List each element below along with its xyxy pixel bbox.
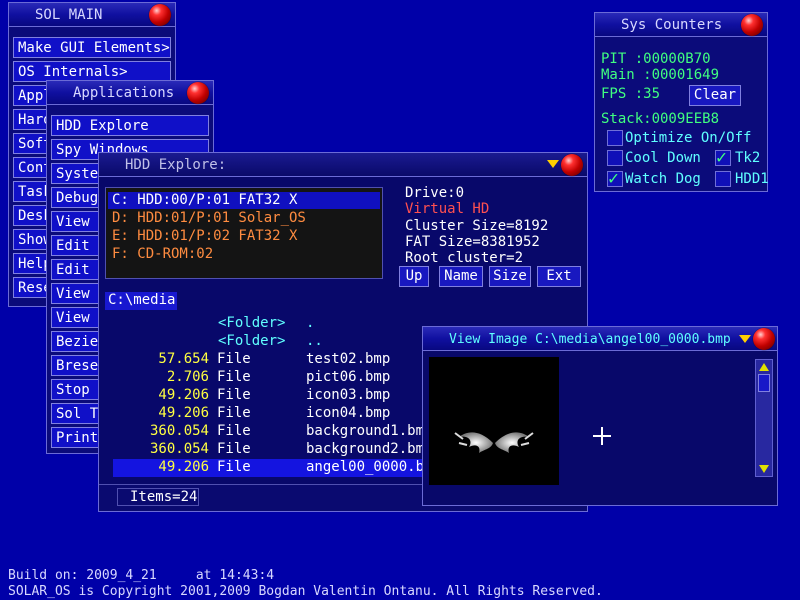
list-item[interactable]: 49.206 File icon03.bmp [113,387,423,405]
cluster-size: Cluster Size=8192 [405,218,549,234]
fat-size: FAT Size=8381952 [405,234,540,250]
file-name: test02.bmp [306,351,391,367]
file-size: 49.206 [158,459,209,475]
close-orb-icon[interactable] [561,154,583,176]
sol-main-titlebar[interactable]: SOL MAIN [9,3,175,27]
file-name: icon03.bmp [306,387,391,403]
file-type: File [217,459,251,475]
file-size: 360.054 [149,423,209,439]
list-item-selected[interactable]: 49.206 File angel00_0000.bmp [113,459,441,477]
view-image-window: View Image C:\media\angel00_0000.bmp [422,326,778,506]
tk2-label: Tk2 [735,150,761,166]
sys-counters-window: Sys Counters PIT :00000B70 Main :0000164… [594,12,769,192]
view-image-titlebar[interactable]: View Image C:\media\angel00_0000.bmp [423,327,777,351]
file-name: background2.bmp [306,441,433,457]
file-size: 2.706 [166,369,209,385]
hdd1-label: HDD1 [735,171,769,187]
build-info: Build on: 2009_4_21 at 14:43:4 [8,568,275,583]
list-item[interactable]: <Folder> . [113,315,423,333]
close-orb-icon[interactable] [149,4,171,26]
file-type: <Folder> [218,315,286,331]
vertical-scrollbar[interactable] [755,359,773,477]
watch-dog-checkbox[interactable]: ✓ [607,168,623,189]
crosshair-cursor-icon [593,427,611,445]
file-type: File [217,441,251,457]
cool-down-checkbox[interactable] [607,150,623,166]
hdd1-checkbox[interactable] [715,171,731,187]
watch-dog-label: Watch Dog [625,171,701,187]
sys-counters-title: Sys Counters [621,17,723,33]
file-size: 49.206 [158,405,209,421]
file-type: File [217,369,251,385]
file-name: .. [306,333,323,349]
angel-wings-image [454,432,534,453]
file-name: . [306,315,315,331]
menu-item-os-internals[interactable]: OS Internals> [13,61,171,82]
drive-item[interactable]: D: HDD:01/P:01 Solar_OS [112,210,306,226]
file-name: pict06.bmp [306,369,391,385]
file-size: 49.206 [158,387,209,403]
hdd-explore-title: HDD Explore: [125,157,227,173]
sol-main-title: SOL MAIN [35,7,103,23]
fps-counter: FPS :35 [601,86,661,102]
sort-size-button[interactable]: Size [489,266,531,287]
list-item[interactable]: 49.206 File icon04.bmp [113,405,423,423]
applications-titlebar[interactable]: Applications [47,81,213,105]
sys-counters-titlebar[interactable]: Sys Counters [595,13,767,37]
drive-item[interactable]: E: HDD:01/P:02 FAT32 X [112,228,297,244]
list-item[interactable]: 2.706 File pict06.bmp [113,369,423,387]
list-item[interactable]: 57.654 File test02.bmp [113,351,423,369]
menu-item-make-gui[interactable]: Make GUI Elements> [13,37,171,58]
check-mark-icon: ✓ [608,168,619,189]
file-type: <Folder> [218,333,286,349]
image-canvas [429,357,559,485]
scroll-down-arrow-icon[interactable] [759,465,769,473]
current-path: C:\media [105,292,177,310]
hdd-explore-titlebar[interactable]: HDD Explore: [99,153,587,177]
file-name: background1.bmp [306,423,433,439]
file-name: icon04.bmp [306,405,391,421]
list-item[interactable]: <Folder> .. [113,333,423,351]
drive-info: Drive:0 [405,185,465,201]
pit-counter: PIT :00000B70 [601,51,711,67]
tk2-checkbox[interactable]: ✓ [715,147,731,168]
applications-title: Applications [73,85,175,101]
file-size: 57.654 [158,351,209,367]
root-cluster: Root cluster=2 [405,250,524,266]
dropdown-arrow-icon[interactable] [547,160,559,168]
dropdown-arrow-icon[interactable] [739,335,751,343]
file-type: File [217,351,251,367]
optimize-checkbox[interactable] [607,130,623,146]
menu-item-hdd-explore[interactable]: HDD Explore [51,115,209,136]
sort-ext-button[interactable]: Ext [537,266,581,287]
main-counter: Main :00001649 [601,67,720,83]
view-image-title: View Image C:\media\angel00_0000.bmp [449,332,731,347]
clear-button[interactable]: Clear [689,85,741,106]
file-type: File [217,423,251,439]
sort-name-button[interactable]: Name [439,266,483,287]
file-type: File [217,405,251,421]
drive-list[interactable]: C: HDD:00/P:01 FAT32 X D: HDD:01/P:01 So… [105,187,383,279]
file-name: angel00_0000.bmp [306,459,441,475]
scroll-up-arrow-icon[interactable] [759,363,769,371]
cool-down-label: Cool Down [625,150,701,166]
close-orb-icon[interactable] [187,82,209,104]
drive-item[interactable]: C: HDD:00/P:01 FAT32 X [108,192,380,209]
stack-counter: Stack:0009EEB8 [601,111,720,127]
file-type: File [217,387,251,403]
list-item[interactable]: 360.054 File background1.bmp [113,423,432,441]
optimize-label: Optimize On/Off [625,130,752,146]
copyright-info: SOLAR_OS is Copyright 2001,2009 Bogdan V… [8,584,603,599]
virtual-hd-label: Virtual HD [405,201,490,217]
close-orb-icon[interactable] [753,328,775,350]
list-item[interactable]: 360.054 File background2.bmp [113,441,432,459]
scroll-thumb[interactable] [758,374,770,392]
up-button[interactable]: Up [399,266,429,287]
drive-item[interactable]: F: CD-ROM:02 [112,246,213,262]
close-orb-icon[interactable] [741,14,763,36]
items-count: Items=24 [117,488,199,506]
check-mark-icon: ✓ [716,147,727,168]
file-size: 360.054 [149,441,209,457]
